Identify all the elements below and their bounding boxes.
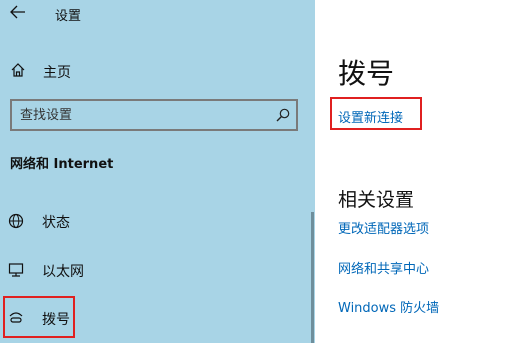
search-icon[interactable] xyxy=(276,108,290,122)
sidebar-item-status-label: 状态 xyxy=(42,215,70,231)
link-highlight xyxy=(330,97,422,130)
page-title: 拨号 xyxy=(338,57,395,90)
firewall-link[interactable]: Windows 防火墙 xyxy=(338,297,439,316)
window-title: 设置 xyxy=(55,9,82,24)
selection-highlight xyxy=(3,296,75,338)
sidebar-item-status[interactable]: 状态 xyxy=(0,204,312,238)
adapter-options-link[interactable]: 更改适配器选项 xyxy=(338,218,429,237)
sharing-center-link[interactable]: 网络和共享中心 xyxy=(338,258,429,277)
section-heading: 网络和 Internet xyxy=(10,157,114,172)
related-settings-heading: 相关设置 xyxy=(338,189,415,211)
globe-icon xyxy=(8,213,24,229)
sidebar-item-home-label: 主页 xyxy=(43,65,71,81)
ethernet-icon xyxy=(8,263,24,277)
back-arrow-icon xyxy=(10,5,25,19)
scrollbar-thumb[interactable] xyxy=(311,212,314,343)
search-input[interactable] xyxy=(20,106,260,124)
sidebar: 设置 主页 网络和 Internet 状态 以太网 xyxy=(0,0,315,343)
home-icon xyxy=(11,63,25,77)
sidebar-item-ethernet[interactable]: 以太网 xyxy=(0,253,312,287)
back-button[interactable] xyxy=(0,0,40,26)
search-box[interactable] xyxy=(10,99,298,131)
sidebar-item-home[interactable]: 主页 xyxy=(0,56,315,86)
sidebar-item-ethernet-label: 以太网 xyxy=(42,264,84,280)
